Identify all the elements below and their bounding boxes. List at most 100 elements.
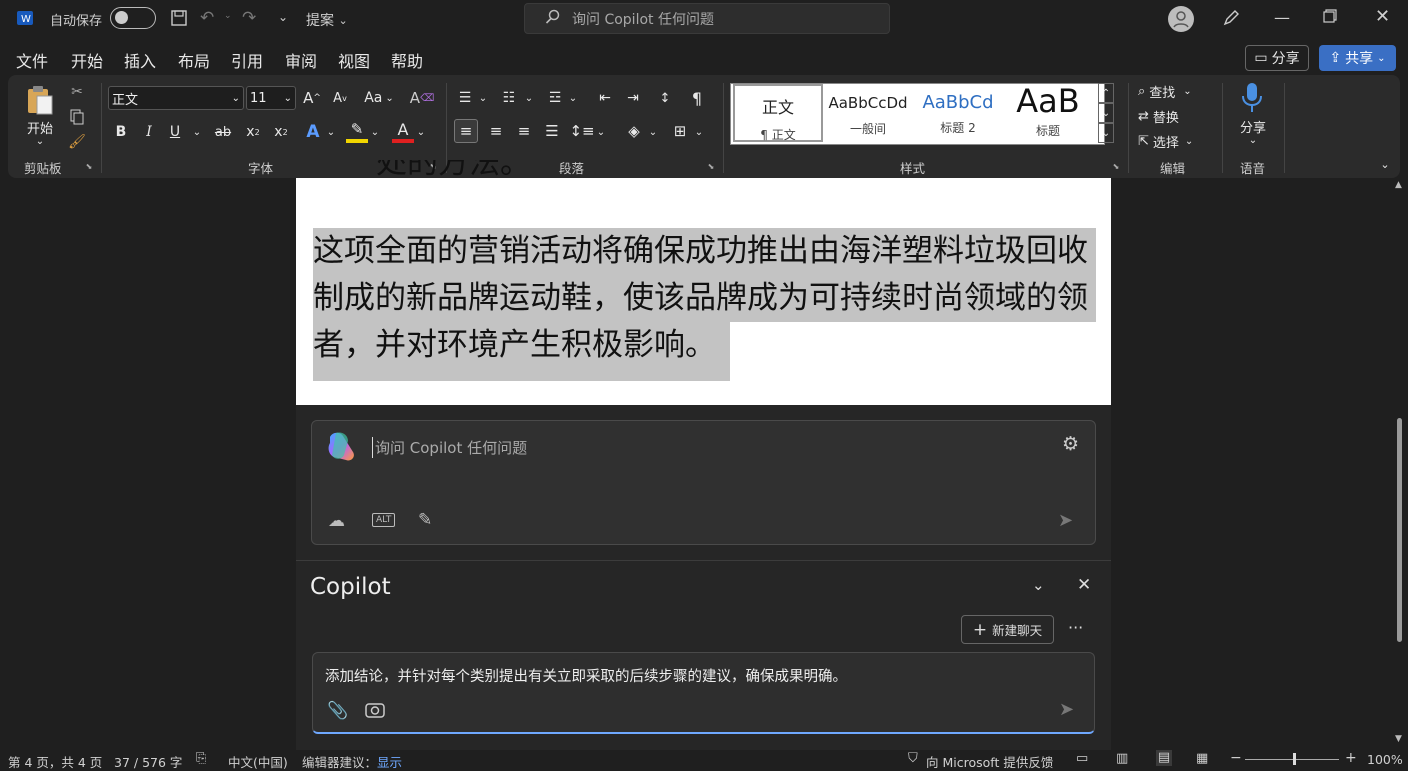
- highlight-icon[interactable]: ✎: [346, 119, 368, 143]
- zoom-in-icon[interactable]: +: [1345, 750, 1357, 766]
- shrink-font-icon[interactable]: Av: [330, 87, 350, 109]
- italic-icon[interactable]: I: [140, 121, 158, 143]
- attach-icon[interactable]: 📎: [327, 701, 348, 721]
- shading-dropdown-icon[interactable]: ⌄: [648, 123, 658, 141]
- autosave-toggle[interactable]: [110, 7, 156, 29]
- bullets-icon[interactable]: ☰: [454, 87, 476, 109]
- underline-icon[interactable]: U: [166, 121, 184, 143]
- font-color-icon[interactable]: A: [392, 119, 414, 143]
- minimize-icon[interactable]: —: [1274, 8, 1290, 27]
- format-painter-icon[interactable]: 🖌: [68, 133, 86, 151]
- strikethrough-icon[interactable]: ab: [212, 121, 234, 143]
- increase-indent-icon[interactable]: ⇥: [622, 87, 644, 109]
- send-disabled-icon[interactable]: ➤: [1058, 510, 1073, 531]
- document-title[interactable]: 提案 ⌄: [306, 10, 348, 30]
- clipboard-launcher-icon[interactable]: ⬊: [84, 161, 94, 171]
- highlight-dropdown-icon[interactable]: ⌄: [370, 123, 380, 141]
- style-heading-2[interactable]: AaBbCd 标题 2: [913, 84, 1003, 144]
- share-button[interactable]: ⇪ 共享 ⌄: [1319, 45, 1396, 71]
- tab-insert[interactable]: 插入: [124, 48, 156, 72]
- justify-icon[interactable]: ☰: [540, 119, 564, 143]
- decrease-indent-icon[interactable]: ⇤: [594, 87, 616, 109]
- styles-scroll-down-icon[interactable]: ⌄: [1098, 103, 1114, 123]
- comments-button[interactable]: ▭ 分享: [1245, 45, 1309, 71]
- new-chat-button[interactable]: + 新建聊天: [961, 615, 1054, 644]
- subscript-icon[interactable]: x2: [244, 121, 262, 143]
- copy-icon[interactable]: [68, 108, 86, 126]
- change-case-button[interactable]: Aa ⌄: [362, 87, 396, 109]
- dictate-dropdown-icon[interactable]: ⌄: [1248, 133, 1258, 147]
- tab-home[interactable]: 开始: [71, 48, 104, 79]
- multilevel-list-icon[interactable]: ☲: [544, 87, 566, 109]
- line-spacing-icon[interactable]: ↕≡: [569, 119, 594, 143]
- redo-icon[interactable]: ↷: [242, 8, 256, 28]
- alt-text-icon[interactable]: ALT: [372, 513, 396, 527]
- copilot-prompt-text[interactable]: 添加结论，并针对每个类别提出有关立即采取的后续步骤的建议，确保成果明确。: [325, 665, 847, 686]
- tab-references[interactable]: 引用: [231, 48, 263, 72]
- paste-dropdown-icon[interactable]: ⌄: [34, 135, 46, 147]
- avatar[interactable]: [1168, 6, 1194, 32]
- bold-icon[interactable]: B: [112, 121, 130, 143]
- show-marks-icon[interactable]: ¶: [686, 87, 708, 109]
- customize-toolbar-icon[interactable]: ⌄: [278, 10, 288, 24]
- document-paragraph[interactable]: 这项全面的营销活动将确保成功推出由海洋塑料垃圾回收 制成的新品牌运动鞋，使该品牌…: [313, 228, 1103, 381]
- font-name-combo[interactable]: 正文 ⌄: [108, 86, 244, 110]
- scroll-up-icon[interactable]: ▲: [1395, 180, 1402, 190]
- copilot-chat-input[interactable]: 添加结论，并针对每个类别提出有关立即采取的后续步骤的建议，确保成果明确。 📎 ➤: [312, 652, 1095, 734]
- save-icon[interactable]: [170, 9, 188, 27]
- rewrite-icon[interactable]: ✎: [418, 510, 432, 530]
- scroll-thumb[interactable]: [1397, 418, 1402, 642]
- pen-icon[interactable]: [1222, 9, 1240, 27]
- page-count[interactable]: 第 4 页，共 4 页: [8, 752, 102, 771]
- align-center-icon[interactable]: ≡: [484, 119, 508, 143]
- grow-font-icon[interactable]: A ^: [302, 87, 322, 109]
- replace-button[interactable]: ⇄ 替换: [1138, 106, 1208, 126]
- style-no-spacing[interactable]: AaBbCcDd 一般间: [823, 84, 913, 144]
- text-effects-dropdown-icon[interactable]: ⌄: [326, 123, 336, 141]
- collapse-panel-icon[interactable]: ⌄: [1032, 576, 1045, 594]
- web-layout-icon[interactable]: ▦: [1196, 751, 1208, 766]
- sort-icon[interactable]: ↕: [654, 87, 676, 109]
- select-button[interactable]: ⇱ 选择 ⌄: [1138, 131, 1218, 151]
- font-color-dropdown-icon[interactable]: ⌄: [416, 123, 426, 141]
- undo-dropdown-icon[interactable]: ⌄: [224, 11, 232, 21]
- cut-icon[interactable]: ✂: [68, 83, 86, 101]
- tab-layout[interactable]: 布局: [178, 48, 210, 72]
- close-window-icon[interactable]: ✕: [1375, 6, 1390, 27]
- zoom-out-icon[interactable]: −: [1230, 750, 1242, 766]
- camera-icon[interactable]: [365, 701, 385, 723]
- undo-icon[interactable]: ↶: [200, 8, 214, 28]
- tab-view[interactable]: 视图: [338, 48, 370, 72]
- underline-dropdown-icon[interactable]: ⌄: [192, 123, 202, 141]
- zoom-slider-thumb[interactable]: [1293, 753, 1296, 765]
- read-mode-icon[interactable]: ▥: [1116, 751, 1128, 766]
- scroll-down-icon[interactable]: ▼: [1395, 734, 1402, 744]
- tab-review[interactable]: 审阅: [285, 48, 317, 72]
- bullets-dropdown-icon[interactable]: ⌄: [478, 89, 488, 107]
- copilot-ask-placeholder[interactable]: 询问 Copilot 任何问题: [372, 437, 527, 458]
- style-title[interactable]: AaB 标题: [1003, 82, 1093, 144]
- font-size-combo[interactable]: 11 ⌄: [246, 86, 296, 110]
- restore-icon[interactable]: [1323, 9, 1337, 23]
- language-indicator[interactable]: 中文(中国): [228, 752, 288, 771]
- search-box[interactable]: 询问 Copilot 任何问题: [524, 3, 890, 34]
- vertical-scrollbar[interactable]: ▲ ▼: [1393, 180, 1407, 750]
- print-layout-icon[interactable]: ▤: [1156, 750, 1172, 766]
- feedback-link[interactable]: 向 Microsoft 提供反馈: [926, 752, 1053, 771]
- microphone-icon[interactable]: [1238, 81, 1266, 115]
- clear-formatting-icon[interactable]: A ⌫: [410, 87, 434, 109]
- text-effects-icon[interactable]: A: [302, 121, 324, 143]
- align-right-icon[interactable]: ≡: [512, 119, 536, 143]
- styles-launcher-icon[interactable]: ⬊: [1111, 161, 1121, 171]
- numbering-dropdown-icon[interactable]: ⌄: [524, 89, 534, 107]
- zoom-slider[interactable]: [1245, 759, 1339, 760]
- close-panel-icon[interactable]: ✕: [1077, 575, 1091, 595]
- superscript-icon[interactable]: x2: [272, 121, 290, 143]
- find-button[interactable]: ⌕ 查找 ⌄: [1138, 81, 1208, 101]
- editor-suggestions[interactable]: 编辑器建议：显示: [302, 752, 402, 771]
- line-spacing-dropdown-icon[interactable]: ⌄: [596, 123, 606, 141]
- zoom-level[interactable]: 100%: [1367, 752, 1403, 767]
- send-icon[interactable]: ➤: [1059, 699, 1074, 720]
- proofing-icon[interactable]: ⎘: [196, 751, 206, 766]
- style-normal[interactable]: 正文 ¶ 正文: [733, 84, 823, 142]
